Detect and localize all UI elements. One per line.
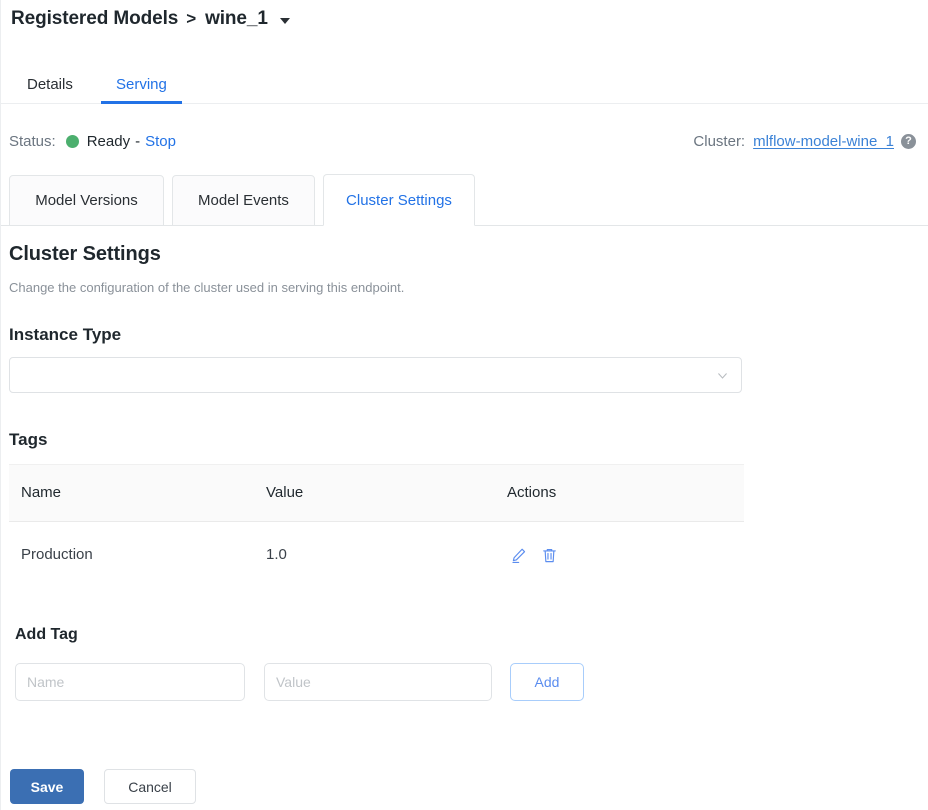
add-tag-label: Add Tag xyxy=(15,626,78,644)
add-tag-name-input[interactable] xyxy=(15,663,245,701)
status-dash: - xyxy=(135,133,140,150)
tab-model-versions[interactable]: Model Versions xyxy=(9,175,164,226)
help-circle-icon[interactable]: ? xyxy=(901,134,916,149)
add-tag-value-input[interactable] xyxy=(264,663,492,701)
table-header-row: Name Value Actions xyxy=(9,464,744,522)
breadcrumb-current: wine_1 xyxy=(205,8,268,30)
page-title: Cluster Settings xyxy=(9,243,161,266)
page-description: Change the configuration of the cluster … xyxy=(9,280,404,295)
caret-down-icon[interactable] xyxy=(280,18,290,24)
cell-tag-actions xyxy=(507,522,560,588)
tags-table: Name Value Actions Production 1.0 xyxy=(9,464,744,588)
serving-page: Registered Models > wine_1 Details Servi… xyxy=(0,0,928,810)
cancel-button[interactable]: Cancel xyxy=(104,769,196,804)
instance-type-label: Instance Type xyxy=(9,325,121,345)
status-row: Status: Ready - Stop Cluster: mlflow-mod… xyxy=(1,128,928,154)
status-label: Status: xyxy=(9,133,56,150)
table-row: Production 1.0 xyxy=(9,522,744,588)
cluster-group: Cluster: mlflow-model-wine_1 ? xyxy=(693,128,916,154)
tab-serving[interactable]: Serving xyxy=(116,66,167,104)
status-state-text: Ready xyxy=(87,133,130,150)
chevron-down-icon xyxy=(716,369,729,382)
status-group: Status: Ready - Stop xyxy=(9,128,176,154)
primary-tab-bar: Details Serving xyxy=(1,66,928,104)
trash-icon[interactable] xyxy=(538,544,560,566)
breadcrumb-root-link[interactable]: Registered Models xyxy=(11,8,178,30)
cluster-label: Cluster: xyxy=(693,133,745,150)
status-indicator-dot xyxy=(66,135,79,148)
breadcrumb-separator: > xyxy=(186,9,196,29)
pencil-icon[interactable] xyxy=(507,544,529,566)
cell-tag-value: 1.0 xyxy=(266,522,287,588)
tab-model-events[interactable]: Model Events xyxy=(172,175,315,226)
secondary-tab-bar: Model Versions Model Events Cluster Sett… xyxy=(1,174,928,226)
add-tag-button[interactable]: Add xyxy=(510,663,584,701)
column-header-name: Name xyxy=(21,465,61,521)
instance-type-select[interactable] xyxy=(9,357,742,393)
stop-serving-link[interactable]: Stop xyxy=(145,133,176,150)
tab-cluster-settings[interactable]: Cluster Settings xyxy=(323,174,475,226)
cluster-link[interactable]: mlflow-model-wine_1 xyxy=(753,133,894,150)
cell-tag-name: Production xyxy=(21,522,93,588)
save-button[interactable]: Save xyxy=(10,769,84,804)
breadcrumb: Registered Models > wine_1 xyxy=(11,4,290,34)
tab-details[interactable]: Details xyxy=(27,66,73,104)
tags-label: Tags xyxy=(9,430,47,450)
column-header-actions: Actions xyxy=(507,465,556,521)
column-header-value: Value xyxy=(266,465,303,521)
